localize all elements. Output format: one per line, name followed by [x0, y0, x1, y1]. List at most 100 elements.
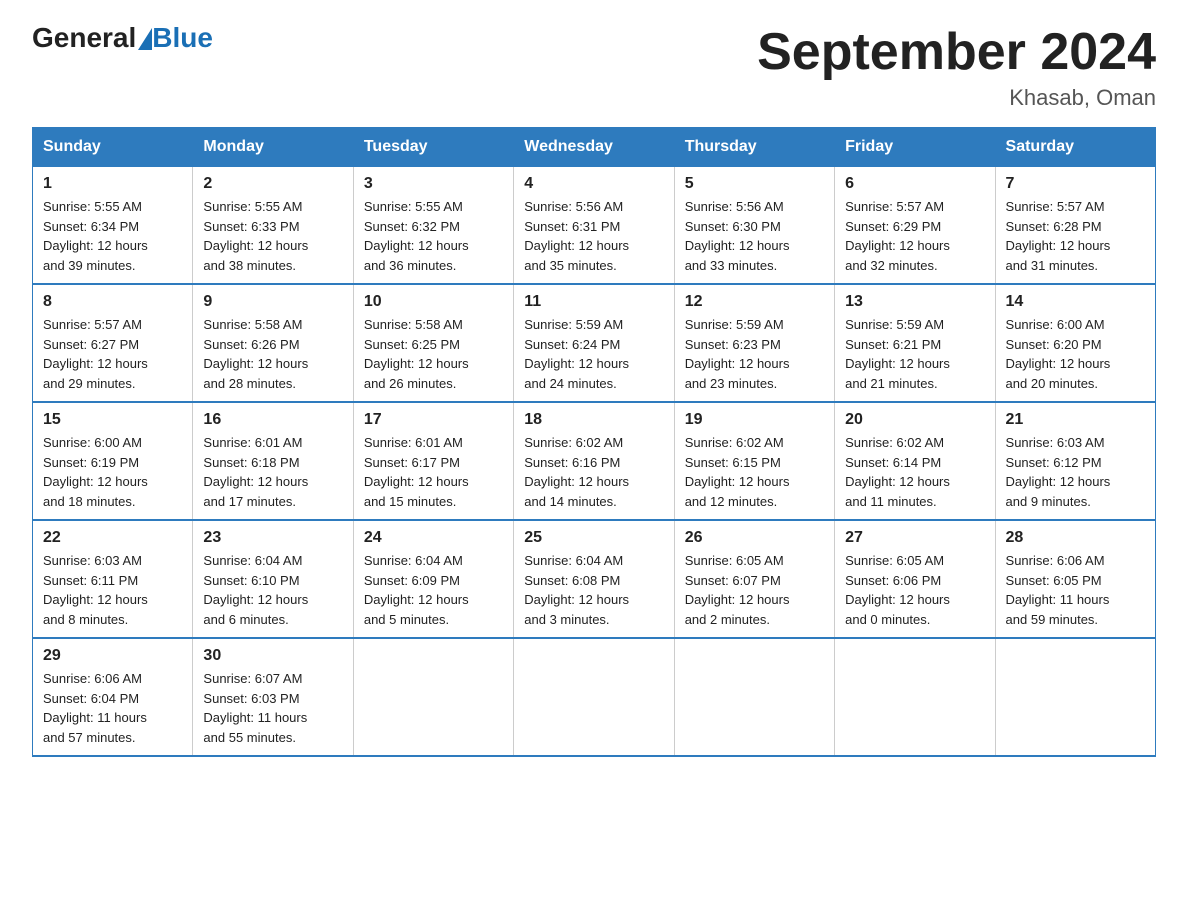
day-info: Sunrise: 6:05 AMSunset: 6:07 PMDaylight:… — [685, 553, 790, 627]
calendar-cell: 22 Sunrise: 6:03 AMSunset: 6:11 PMDaylig… — [33, 520, 193, 638]
day-number: 1 — [43, 175, 182, 193]
day-info: Sunrise: 5:56 AMSunset: 6:30 PMDaylight:… — [685, 199, 790, 273]
calendar-cell: 15 Sunrise: 6:00 AMSunset: 6:19 PMDaylig… — [33, 402, 193, 520]
day-info: Sunrise: 6:02 AMSunset: 6:15 PMDaylight:… — [685, 435, 790, 509]
day-info: Sunrise: 6:01 AMSunset: 6:18 PMDaylight:… — [203, 435, 308, 509]
day-number: 3 — [364, 175, 503, 193]
day-info: Sunrise: 5:58 AMSunset: 6:25 PMDaylight:… — [364, 317, 469, 391]
calendar-cell: 19 Sunrise: 6:02 AMSunset: 6:15 PMDaylig… — [674, 402, 834, 520]
header-friday: Friday — [835, 128, 995, 167]
day-number: 28 — [1006, 529, 1145, 547]
day-info: Sunrise: 5:57 AMSunset: 6:27 PMDaylight:… — [43, 317, 148, 391]
day-number: 15 — [43, 411, 182, 429]
calendar-cell: 20 Sunrise: 6:02 AMSunset: 6:14 PMDaylig… — [835, 402, 995, 520]
day-info: Sunrise: 6:04 AMSunset: 6:10 PMDaylight:… — [203, 553, 308, 627]
calendar-cell: 3 Sunrise: 5:55 AMSunset: 6:32 PMDayligh… — [353, 167, 513, 285]
calendar-cell — [674, 638, 834, 756]
calendar-cell — [995, 638, 1155, 756]
calendar-cell: 27 Sunrise: 6:05 AMSunset: 6:06 PMDaylig… — [835, 520, 995, 638]
calendar-cell: 8 Sunrise: 5:57 AMSunset: 6:27 PMDayligh… — [33, 284, 193, 402]
day-number: 23 — [203, 529, 342, 547]
day-number: 20 — [845, 411, 984, 429]
week-row-1: 1 Sunrise: 5:55 AMSunset: 6:34 PMDayligh… — [33, 167, 1156, 285]
calendar-cell: 4 Sunrise: 5:56 AMSunset: 6:31 PMDayligh… — [514, 167, 674, 285]
calendar-cell: 30 Sunrise: 6:07 AMSunset: 6:03 PMDaylig… — [193, 638, 353, 756]
day-number: 12 — [685, 293, 824, 311]
header-wednesday: Wednesday — [514, 128, 674, 167]
calendar-table: SundayMondayTuesdayWednesdayThursdayFrid… — [32, 127, 1156, 757]
calendar-cell: 18 Sunrise: 6:02 AMSunset: 6:16 PMDaylig… — [514, 402, 674, 520]
day-number: 22 — [43, 529, 182, 547]
day-info: Sunrise: 5:59 AMSunset: 6:24 PMDaylight:… — [524, 317, 629, 391]
page-title: September 2024 — [757, 24, 1156, 81]
day-info: Sunrise: 5:57 AMSunset: 6:28 PMDaylight:… — [1006, 199, 1111, 273]
calendar-cell: 29 Sunrise: 6:06 AMSunset: 6:04 PMDaylig… — [33, 638, 193, 756]
week-row-3: 15 Sunrise: 6:00 AMSunset: 6:19 PMDaylig… — [33, 402, 1156, 520]
day-info: Sunrise: 6:07 AMSunset: 6:03 PMDaylight:… — [203, 671, 307, 745]
day-number: 18 — [524, 411, 663, 429]
logo-blue-text: Blue — [152, 24, 213, 52]
day-info: Sunrise: 6:00 AMSunset: 6:19 PMDaylight:… — [43, 435, 148, 509]
day-info: Sunrise: 6:03 AMSunset: 6:12 PMDaylight:… — [1006, 435, 1111, 509]
week-row-4: 22 Sunrise: 6:03 AMSunset: 6:11 PMDaylig… — [33, 520, 1156, 638]
calendar-cell: 11 Sunrise: 5:59 AMSunset: 6:24 PMDaylig… — [514, 284, 674, 402]
day-number: 8 — [43, 293, 182, 311]
logo-general-text: General — [32, 24, 136, 52]
day-number: 19 — [685, 411, 824, 429]
day-info: Sunrise: 6:02 AMSunset: 6:14 PMDaylight:… — [845, 435, 950, 509]
header-saturday: Saturday — [995, 128, 1155, 167]
day-info: Sunrise: 6:01 AMSunset: 6:17 PMDaylight:… — [364, 435, 469, 509]
day-number: 11 — [524, 293, 663, 311]
day-number: 13 — [845, 293, 984, 311]
calendar-cell: 21 Sunrise: 6:03 AMSunset: 6:12 PMDaylig… — [995, 402, 1155, 520]
header-thursday: Thursday — [674, 128, 834, 167]
calendar-cell: 13 Sunrise: 5:59 AMSunset: 6:21 PMDaylig… — [835, 284, 995, 402]
calendar-cell: 10 Sunrise: 5:58 AMSunset: 6:25 PMDaylig… — [353, 284, 513, 402]
calendar-cell: 26 Sunrise: 6:05 AMSunset: 6:07 PMDaylig… — [674, 520, 834, 638]
header-sunday: Sunday — [33, 128, 193, 167]
day-number: 14 — [1006, 293, 1145, 311]
calendar-cell: 1 Sunrise: 5:55 AMSunset: 6:34 PMDayligh… — [33, 167, 193, 285]
day-number: 25 — [524, 529, 663, 547]
day-number: 26 — [685, 529, 824, 547]
calendar-cell: 24 Sunrise: 6:04 AMSunset: 6:09 PMDaylig… — [353, 520, 513, 638]
day-info: Sunrise: 5:55 AMSunset: 6:32 PMDaylight:… — [364, 199, 469, 273]
calendar-header-row: SundayMondayTuesdayWednesdayThursdayFrid… — [33, 128, 1156, 167]
header-monday: Monday — [193, 128, 353, 167]
day-number: 6 — [845, 175, 984, 193]
calendar-cell: 16 Sunrise: 6:01 AMSunset: 6:18 PMDaylig… — [193, 402, 353, 520]
calendar-cell: 9 Sunrise: 5:58 AMSunset: 6:26 PMDayligh… — [193, 284, 353, 402]
day-number: 17 — [364, 411, 503, 429]
calendar-cell — [835, 638, 995, 756]
page-header: General Blue September 2024 Khasab, Oman — [32, 24, 1156, 111]
day-number: 21 — [1006, 411, 1145, 429]
day-info: Sunrise: 5:55 AMSunset: 6:34 PMDaylight:… — [43, 199, 148, 273]
page-subtitle: Khasab, Oman — [757, 85, 1156, 111]
header-tuesday: Tuesday — [353, 128, 513, 167]
day-number: 5 — [685, 175, 824, 193]
calendar-cell — [353, 638, 513, 756]
title-block: September 2024 Khasab, Oman — [757, 24, 1156, 111]
day-number: 29 — [43, 647, 182, 665]
calendar-cell: 12 Sunrise: 5:59 AMSunset: 6:23 PMDaylig… — [674, 284, 834, 402]
calendar-cell: 17 Sunrise: 6:01 AMSunset: 6:17 PMDaylig… — [353, 402, 513, 520]
day-number: 27 — [845, 529, 984, 547]
day-number: 30 — [203, 647, 342, 665]
day-info: Sunrise: 6:04 AMSunset: 6:09 PMDaylight:… — [364, 553, 469, 627]
day-info: Sunrise: 6:02 AMSunset: 6:16 PMDaylight:… — [524, 435, 629, 509]
calendar-cell: 25 Sunrise: 6:04 AMSunset: 6:08 PMDaylig… — [514, 520, 674, 638]
day-info: Sunrise: 6:04 AMSunset: 6:08 PMDaylight:… — [524, 553, 629, 627]
calendar-cell: 7 Sunrise: 5:57 AMSunset: 6:28 PMDayligh… — [995, 167, 1155, 285]
calendar-cell: 28 Sunrise: 6:06 AMSunset: 6:05 PMDaylig… — [995, 520, 1155, 638]
day-number: 16 — [203, 411, 342, 429]
day-info: Sunrise: 5:58 AMSunset: 6:26 PMDaylight:… — [203, 317, 308, 391]
day-info: Sunrise: 6:06 AMSunset: 6:04 PMDaylight:… — [43, 671, 147, 745]
day-number: 4 — [524, 175, 663, 193]
day-info: Sunrise: 5:59 AMSunset: 6:23 PMDaylight:… — [685, 317, 790, 391]
day-info: Sunrise: 6:06 AMSunset: 6:05 PMDaylight:… — [1006, 553, 1110, 627]
calendar-cell: 23 Sunrise: 6:04 AMSunset: 6:10 PMDaylig… — [193, 520, 353, 638]
calendar-cell — [514, 638, 674, 756]
day-number: 2 — [203, 175, 342, 193]
calendar-cell: 6 Sunrise: 5:57 AMSunset: 6:29 PMDayligh… — [835, 167, 995, 285]
day-info: Sunrise: 6:05 AMSunset: 6:06 PMDaylight:… — [845, 553, 950, 627]
